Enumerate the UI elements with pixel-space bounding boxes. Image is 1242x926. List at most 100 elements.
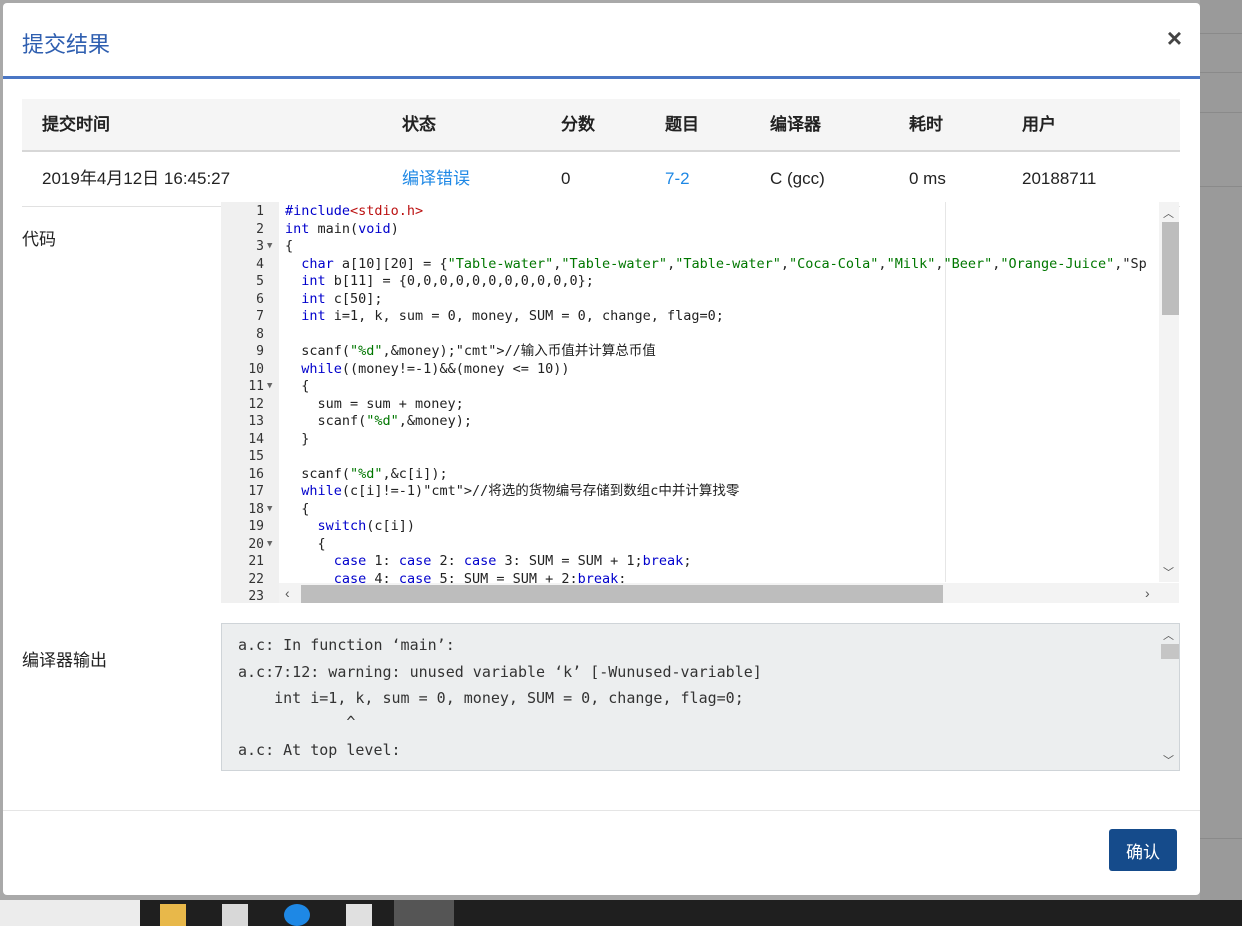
code-editor[interactable]: 1 #include<stdio.h> 2 int main(void) 3 ▼{4 ch… <box>221 202 1179 603</box>
table-row: 2019年4月12日 16:45:27 编译错误 0 7-2 C (gcc) 0… <box>22 152 1180 207</box>
header-score: 分数 <box>561 115 595 134</box>
code-text: int i=1, k, sum = 0, money, SUM = 0, cha… <box>301 308 724 324</box>
code-text: { <box>285 535 326 552</box>
fold-arrow-icon[interactable]: ▼ <box>267 536 272 554</box>
store-icon[interactable] <box>222 904 248 926</box>
code-text: { <box>285 378 310 394</box>
header-duration: 耗时 <box>909 115 943 134</box>
code-text: { <box>285 500 310 517</box>
code-line: 2 int main(void) <box>221 221 1166 239</box>
line-number: 6 <box>256 291 264 307</box>
output-scroll-thumb[interactable] <box>1161 644 1179 659</box>
line-number: 16 <box>248 466 264 482</box>
code-text: } <box>285 430 310 447</box>
problem-link[interactable]: 7-2 <box>665 152 690 206</box>
code-line: 4 char a[10][20] = {"Table-water","Table… <box>221 256 1166 274</box>
line-number: 12 <box>248 396 264 412</box>
line-number: 9 <box>256 344 264 359</box>
code-line: 14 } <box>221 431 1166 449</box>
code-horizontal-scrollbar[interactable]: ‹ › <box>279 583 1179 603</box>
user-value: 20188711 <box>1022 169 1097 188</box>
header-user: 用户 <box>1022 115 1056 134</box>
app-thumbnail-icon[interactable] <box>394 900 454 926</box>
output-line: ^ <box>238 713 356 731</box>
line-number: 8 <box>256 326 264 342</box>
fold-arrow-icon[interactable]: ▼ <box>267 501 272 519</box>
output-vertical-scrollbar[interactable]: ︿ ﹀ <box>1159 624 1179 770</box>
code-line: 13 scanf("%d",&money); <box>221 413 1166 431</box>
table-header-row: 提交时间 状态 分数 题目 编译器 耗时 用户 <box>22 99 1180 152</box>
code-lines: 1 #include<stdio.h> 2 int main(void) 3 ▼{4 ch… <box>221 203 1166 603</box>
header-submit-time: 提交时间 <box>42 115 110 134</box>
scroll-up-icon[interactable]: ︿ <box>1163 205 1174 221</box>
code-scroll-thumb[interactable] <box>1162 222 1179 315</box>
line-number: 15 <box>248 449 264 464</box>
scroll-up-icon[interactable]: ︿ <box>1163 627 1174 643</box>
line-number: 23 <box>248 589 264 603</box>
submit-time: 2019年4月12日 16:45:27 <box>42 169 231 188</box>
code-text: case 1: case 2: case 3: SUM = SUM + 1;br… <box>333 553 692 569</box>
scroll-left-icon[interactable]: ‹ <box>285 585 290 601</box>
header-problem: 题目 <box>665 115 699 134</box>
line-number: 2 <box>256 221 264 237</box>
output-line: int i=1, k, sum = 0, money, SUM = 0, cha… <box>238 689 744 707</box>
code-text: int main(void) <box>285 220 399 237</box>
line-number: 19 <box>248 519 264 534</box>
code-line: 10 while((money!=-1)&&(money <= 10)) <box>221 361 1166 379</box>
code-line: 8 <box>221 326 1166 344</box>
scroll-down-icon[interactable]: ﹀ <box>1163 564 1174 580</box>
modal-header: 提交结果 × <box>3 3 1200 79</box>
line-number: 13 <box>248 414 264 429</box>
line-number: 21 <box>248 554 264 569</box>
code-line: 11 ▼ { <box>221 378 1166 396</box>
code-line: 19 switch(c[i]) <box>221 518 1166 536</box>
output-line: a.c: In function ‘main’: <box>238 636 455 654</box>
scroll-right-icon[interactable]: › <box>1145 585 1150 601</box>
modal-footer <box>3 810 1200 811</box>
code-line: 20 ▼ { <box>221 536 1166 554</box>
code-text: { <box>285 238 294 254</box>
line-number: 20 <box>248 536 264 552</box>
mail-icon[interactable] <box>346 904 372 926</box>
compiler-output-label: 编译器输出 <box>22 651 107 670</box>
duration-value: 0 ms <box>909 169 946 188</box>
line-number: 4 <box>256 256 264 272</box>
code-hscroll-thumb[interactable] <box>301 585 943 603</box>
compiler-value: C (gcc) <box>770 169 825 188</box>
line-number: 22 <box>248 571 264 587</box>
line-number: 5 <box>256 274 264 289</box>
fold-arrow-icon[interactable]: ▼ <box>267 238 272 256</box>
line-number: 17 <box>248 484 264 499</box>
code-vertical-scrollbar[interactable]: ︿ ﹀ <box>1159 202 1179 582</box>
scroll-down-icon[interactable]: ﹀ <box>1163 752 1174 768</box>
line-number: 18 <box>248 501 264 517</box>
taskbar-search-area[interactable] <box>0 900 140 926</box>
code-line: 21 case 1: case 2: case 3: SUM = SUM + 1… <box>221 553 1166 571</box>
code-text: #include<stdio.h> <box>285 203 424 219</box>
code-line: 5 int b[11] = {0,0,0,0,0,0,0,0,0,0,0}; <box>221 273 1166 291</box>
line-number: 7 <box>256 309 264 324</box>
status-link[interactable]: 编译错误 <box>402 152 470 206</box>
edge-icon[interactable] <box>284 904 310 926</box>
result-table: 提交时间 状态 分数 题目 编译器 耗时 用户 2019年4月12日 16:45… <box>22 99 1180 207</box>
compiler-output[interactable]: a.c: In function ‘main’: a.c:7:12: warni… <box>221 623 1180 771</box>
code-line: 6 int c[50]; <box>221 291 1166 309</box>
code-text: int b[11] = {0,0,0,0,0,0,0,0,0,0,0}; <box>301 273 594 289</box>
code-text: while(c[i]!=-1)"cmt">//将选的货物编号存储到数组c中并计算… <box>301 483 740 499</box>
folder-icon[interactable] <box>160 904 186 926</box>
code-text: sum = sum + money; <box>285 395 464 412</box>
line-number: 3 <box>256 239 264 254</box>
confirm-button[interactable]: 确认 <box>1109 829 1177 871</box>
fold-arrow-icon[interactable]: ▼ <box>267 378 272 396</box>
close-button[interactable]: × <box>1167 25 1182 51</box>
code-line: 17 while(c[i]!=-1)"cmt">//将选的货物编号存储到数组c中… <box>221 483 1166 501</box>
code-line: 12 sum = sum + money; <box>221 396 1166 414</box>
code-line: 3 ▼ { <box>221 238 1166 256</box>
code-text: char a[10][20] = {"Table-water","Table-w… <box>301 255 1147 272</box>
backdrop-page <box>1200 0 1242 900</box>
code-text: scanf("%d",&money); <box>285 413 472 429</box>
code-text: scanf("%d",&money);"cmt">//输入币值并计算总币值 <box>285 343 656 359</box>
line-number: 1 <box>256 204 264 219</box>
header-compiler: 编译器 <box>770 115 821 134</box>
output-line: a.c:7:12: warning: unused variable ‘k’ [… <box>238 663 762 681</box>
